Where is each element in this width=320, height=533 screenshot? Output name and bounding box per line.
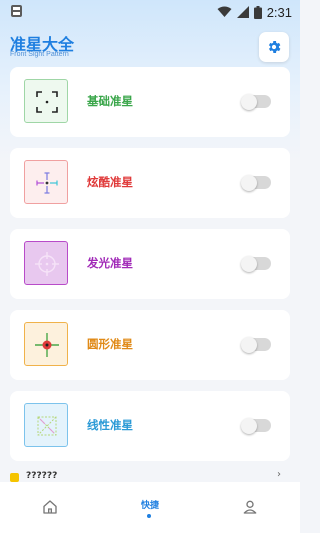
cool-crosshair-preview xyxy=(24,160,68,204)
toggle-knob xyxy=(241,174,257,191)
active-tab-indicator xyxy=(147,514,151,518)
crosshair-card-cool[interactable]: 炫酷准星 xyxy=(10,148,290,218)
linear-crosshair-preview xyxy=(24,403,68,447)
cool-crosshair-icon xyxy=(36,172,58,194)
settings-button[interactable] xyxy=(259,32,289,62)
toggle-knob xyxy=(241,417,257,434)
signal-icon xyxy=(236,6,249,18)
basic-crosshair-icon xyxy=(36,91,58,113)
crosshair-toggle[interactable] xyxy=(241,174,271,191)
crosshair-toggle[interactable] xyxy=(241,417,271,434)
circle-crosshair-icon xyxy=(35,333,59,357)
lightning-icon xyxy=(10,473,19,482)
crosshair-label: 基础准星 xyxy=(87,94,133,108)
crosshair-label: 炫酷准星 xyxy=(87,175,133,189)
toggle-knob xyxy=(241,93,257,110)
partial-item-label: ?????? xyxy=(26,471,58,481)
crosshair-toggle[interactable] xyxy=(241,93,271,110)
toggle-knob xyxy=(241,255,257,272)
wifi-icon xyxy=(217,6,232,17)
linear-crosshair-icon xyxy=(37,416,57,436)
crosshair-toggle[interactable] xyxy=(241,336,271,353)
nav-label-shortcut: 快捷 xyxy=(140,501,159,511)
clock-time: 2:31 xyxy=(266,4,292,20)
crosshair-label: 圆形准星 xyxy=(87,337,133,351)
crosshair-card-glow[interactable]: 发光准星 xyxy=(10,229,290,299)
circle-crosshair-preview xyxy=(24,322,68,366)
nav-shortcut[interactable]: 快捷 xyxy=(120,482,180,533)
glow-crosshair-preview xyxy=(24,241,68,285)
status-bar: 2:31 xyxy=(0,0,300,24)
glow-crosshair-icon xyxy=(35,252,59,276)
crosshair-card-basic[interactable]: 基础准星 xyxy=(10,67,290,137)
toggle-knob xyxy=(241,336,257,353)
crosshair-card-linear[interactable]: 线性准星 xyxy=(10,391,290,461)
gear-icon xyxy=(268,41,281,53)
user-icon xyxy=(243,500,257,514)
home-icon xyxy=(43,500,57,514)
crosshair-label: 线性准星 xyxy=(87,418,133,432)
bottom-navigation: 快捷 xyxy=(0,482,300,533)
battery-icon xyxy=(253,5,262,19)
nav-home[interactable] xyxy=(20,482,80,533)
basic-crosshair-preview xyxy=(24,79,68,123)
app-notification-icon xyxy=(11,5,22,17)
crosshair-label: 发光准星 xyxy=(87,256,133,270)
nav-profile[interactable] xyxy=(220,482,280,533)
chevron-right-icon: › xyxy=(277,469,281,480)
page-subtitle: Front Sight Pattern xyxy=(10,51,69,58)
crosshair-card-circle[interactable]: 圆形准星 xyxy=(10,310,290,380)
crosshair-toggle[interactable] xyxy=(241,255,271,272)
